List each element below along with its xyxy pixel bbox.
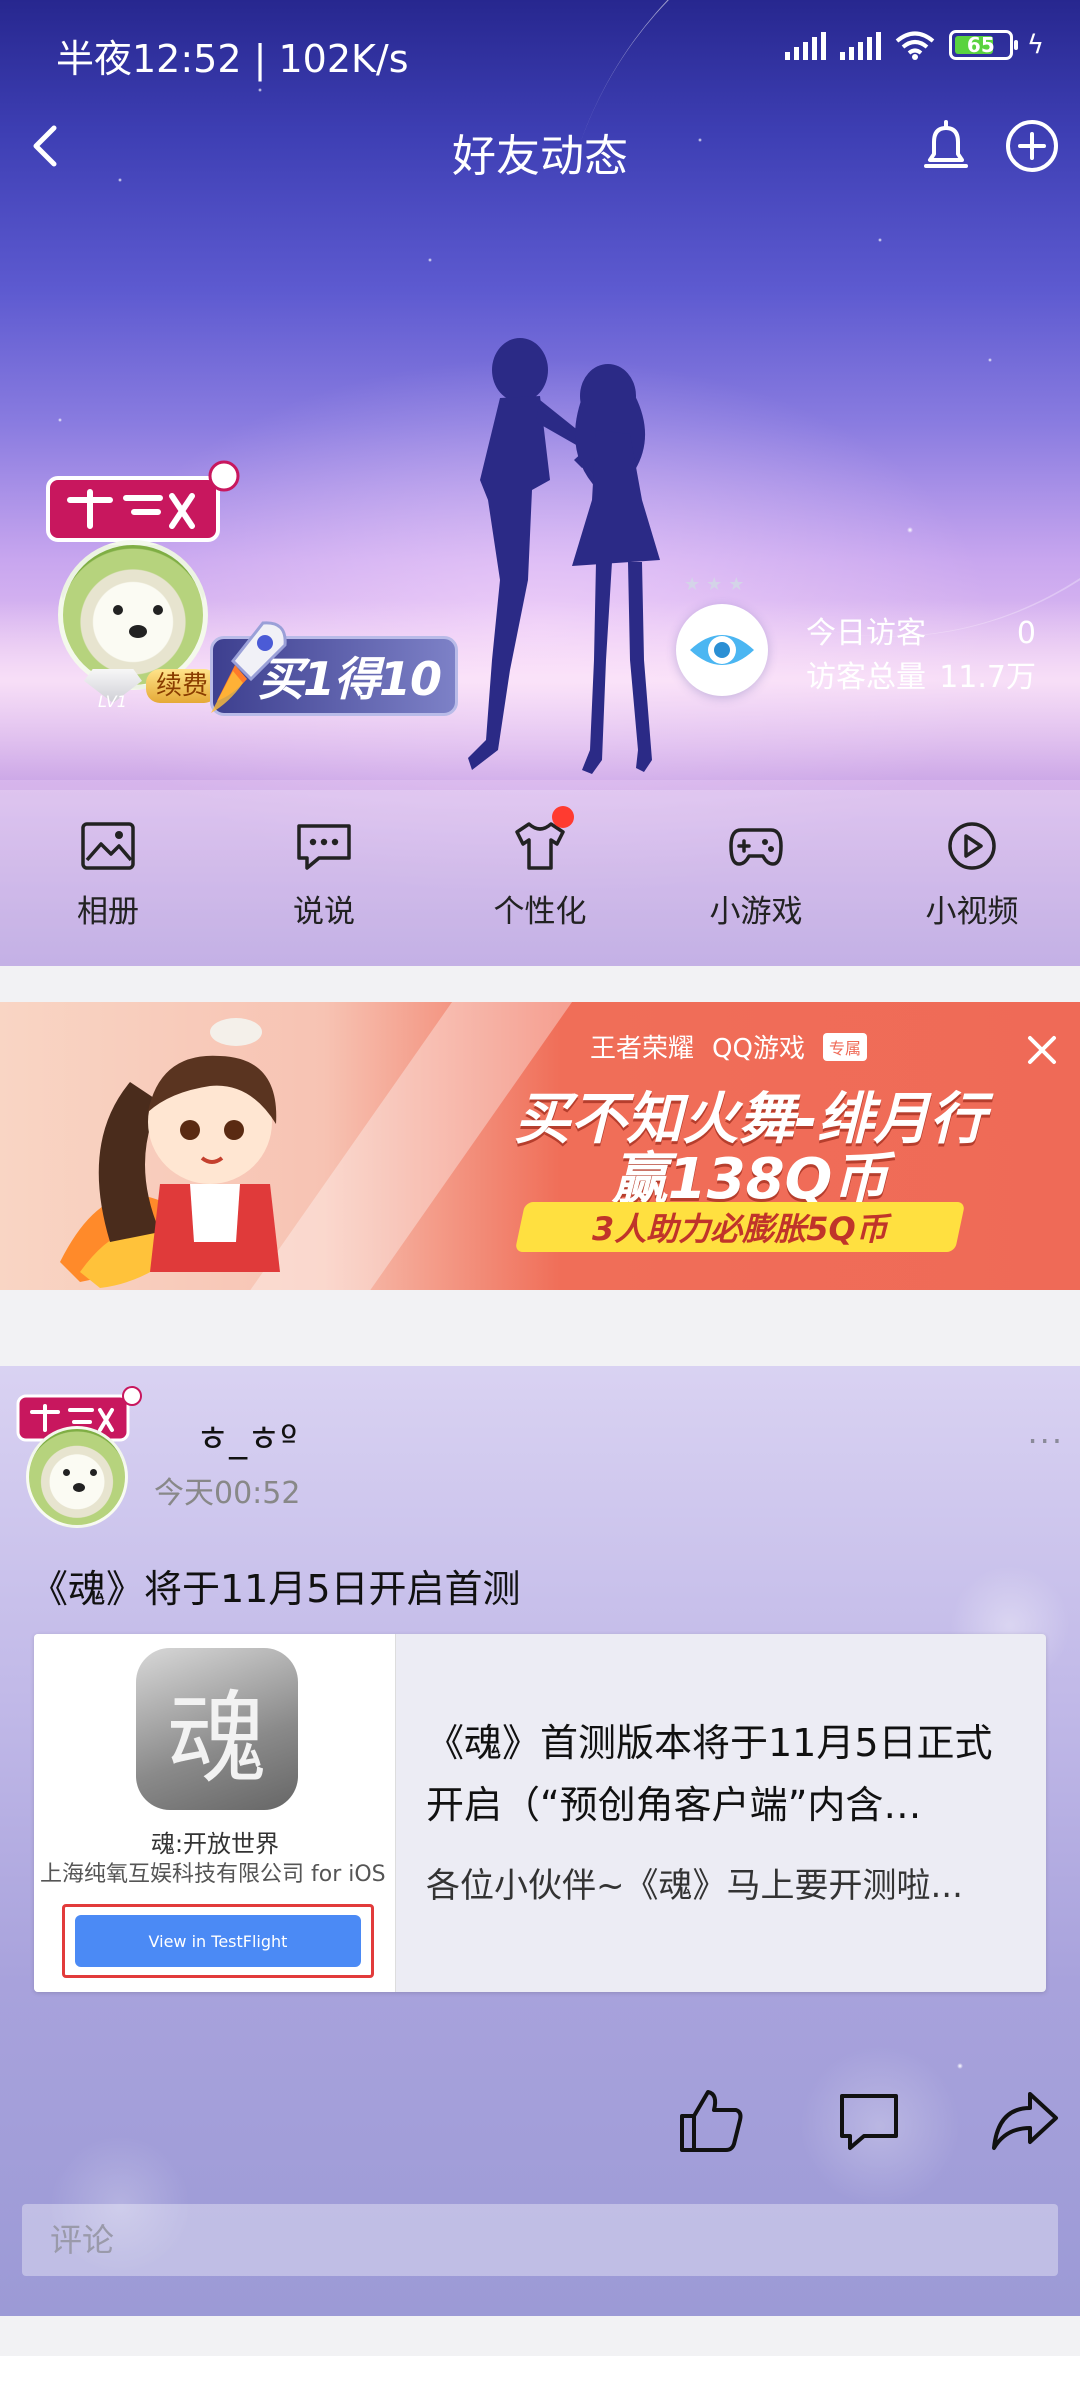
top-navigation: 好友动态	[0, 110, 1080, 182]
battery-level: 65	[966, 33, 995, 57]
menu-item-personalize[interactable]: 个性化	[432, 790, 648, 966]
menu-item-video[interactable]: 小视频	[864, 790, 1080, 966]
ad-close-icon[interactable]	[1022, 1030, 1062, 1070]
feature-menu: 相册 说说 个性化 小游戏 小视频	[0, 790, 1080, 966]
testflight-highlight: View in TestFlight	[62, 1904, 374, 1978]
post-avatar[interactable]	[26, 1426, 128, 1528]
game-character-illustration	[60, 1018, 280, 1288]
total-visitors-label: 访客总量	[806, 660, 926, 695]
today-visitors-value: 0	[1016, 616, 1036, 651]
total-visitors-value: 11.7万	[939, 660, 1036, 695]
app-icon: 魂	[136, 1648, 298, 1810]
charging-icon: ϟ	[1026, 30, 1044, 60]
ad-brand-honor-of-kings: 王者荣耀	[590, 1034, 695, 1064]
visitor-eye-button[interactable]	[676, 604, 768, 696]
ad-tag: 专属	[822, 1032, 867, 1061]
ad-brand-qq-games: QQ游戏	[712, 1034, 805, 1064]
comment-icon[interactable]	[834, 2086, 904, 2156]
post-nickname[interactable]: ㅎ_ㅎº	[196, 1410, 297, 1462]
menu-label-video: 小视频	[925, 894, 1019, 930]
testflight-button[interactable]: View in TestFlight	[75, 1915, 361, 1967]
battery-icon: 65	[948, 30, 1018, 60]
app-name: 魂:开放世界	[150, 1830, 280, 1858]
level-badge[interactable]: LV1 续费	[84, 668, 219, 711]
visitor-stats[interactable]: 今日访客 0 访客总量 11.7万	[806, 612, 1036, 700]
shared-card-title: 《魂》首测版本将于11月5日正式开启（“预创角客户端”内含…	[426, 1721, 993, 1827]
gamepad-icon	[729, 828, 783, 866]
couple-silhouette	[468, 338, 660, 774]
menu-item-shuoshuo[interactable]: 说说	[216, 790, 432, 966]
menu-label-album: 相册	[77, 894, 139, 930]
shared-link-card[interactable]: 魂 魂:开放世界 上海纯氧互娱科技有限公司 for iOS View in Te…	[34, 1634, 1046, 1992]
shared-card-info: 《魂》首测版本将于11月5日正式开启（“预创角客户端”内含… 各位小伙伴~《魂》…	[396, 1634, 1046, 1992]
more-options-icon[interactable]: ···	[1027, 1422, 1064, 1460]
menu-item-minigame[interactable]: 小游戏	[648, 790, 864, 966]
feed-post: ㅎ_ㅎº 今天00:52 ··· 《魂》将于11月5日开启首测 魂 魂:开放世界…	[0, 1366, 1080, 2316]
notification-dot	[552, 806, 574, 828]
ad-subline: 3人助力必膨胀5Q币	[592, 1210, 888, 1248]
avatar-badge-sticker	[46, 460, 240, 542]
post-content: 《魂》将于11月5日开启首测	[30, 1567, 521, 1611]
menu-label-minigame: 小游戏	[709, 894, 803, 930]
app-company: 上海纯氧互娱科技有限公司 for iOS	[40, 1862, 386, 1887]
like-icon[interactable]	[676, 2086, 746, 2156]
menu-label-shuoshuo: 说说	[293, 894, 355, 930]
play-icon	[948, 822, 996, 870]
status-bar: 半夜12:52 | 102K/s 65 ϟ	[0, 0, 1080, 100]
comment-input[interactable]: 评论	[22, 2204, 1058, 2276]
next-post-edge	[0, 2356, 1080, 2400]
cellular-signal-icon	[784, 30, 826, 60]
wifi-icon	[895, 31, 935, 60]
ad-banner[interactable]: 王者荣耀 QQ游戏 专属 买不知火舞-绯月行 赢138Q币 3人助力必膨胀5Q币	[0, 1002, 1080, 1290]
rocket-icon	[211, 621, 287, 713]
share-icon[interactable]	[990, 2086, 1060, 2156]
post-time: 今天00:52	[154, 1476, 301, 1511]
eye-stars-icon: ★★★	[684, 574, 751, 595]
buy-promo-button[interactable]: 买1得10	[210, 621, 458, 716]
level-text: LV1	[98, 692, 127, 711]
today-visitors-label: 今日访客	[806, 616, 926, 651]
ad-logos: 王者荣耀 QQ游戏 专属	[590, 1028, 867, 1065]
menu-label-personalize: 个性化	[493, 894, 587, 930]
post-actions	[0, 2086, 1080, 2166]
message-icon	[297, 824, 351, 870]
shared-card-thumbnail: 魂 魂:开放世界 上海纯氧互娱科技有限公司 for iOS View in Te…	[34, 1634, 396, 1992]
eye-icon	[690, 635, 754, 665]
add-post-icon[interactable]	[1002, 116, 1062, 176]
status-time: 半夜12:52 | 102K/s	[56, 37, 409, 81]
cellular-signal-hd-icon	[839, 30, 881, 60]
shared-card-description: 各位小伙伴~《魂》马上要开测啦...	[426, 1866, 963, 1906]
menu-item-album[interactable]: 相册	[0, 790, 216, 966]
ad-subline-pill: 3人助力必膨胀5Q币	[514, 1202, 966, 1252]
cover-background: 半夜12:52 | 102K/s 65 ϟ 好友动态 LV1 续费 买1得10 …	[0, 0, 1080, 966]
album-icon	[81, 822, 135, 870]
bell-icon[interactable]	[916, 116, 976, 176]
